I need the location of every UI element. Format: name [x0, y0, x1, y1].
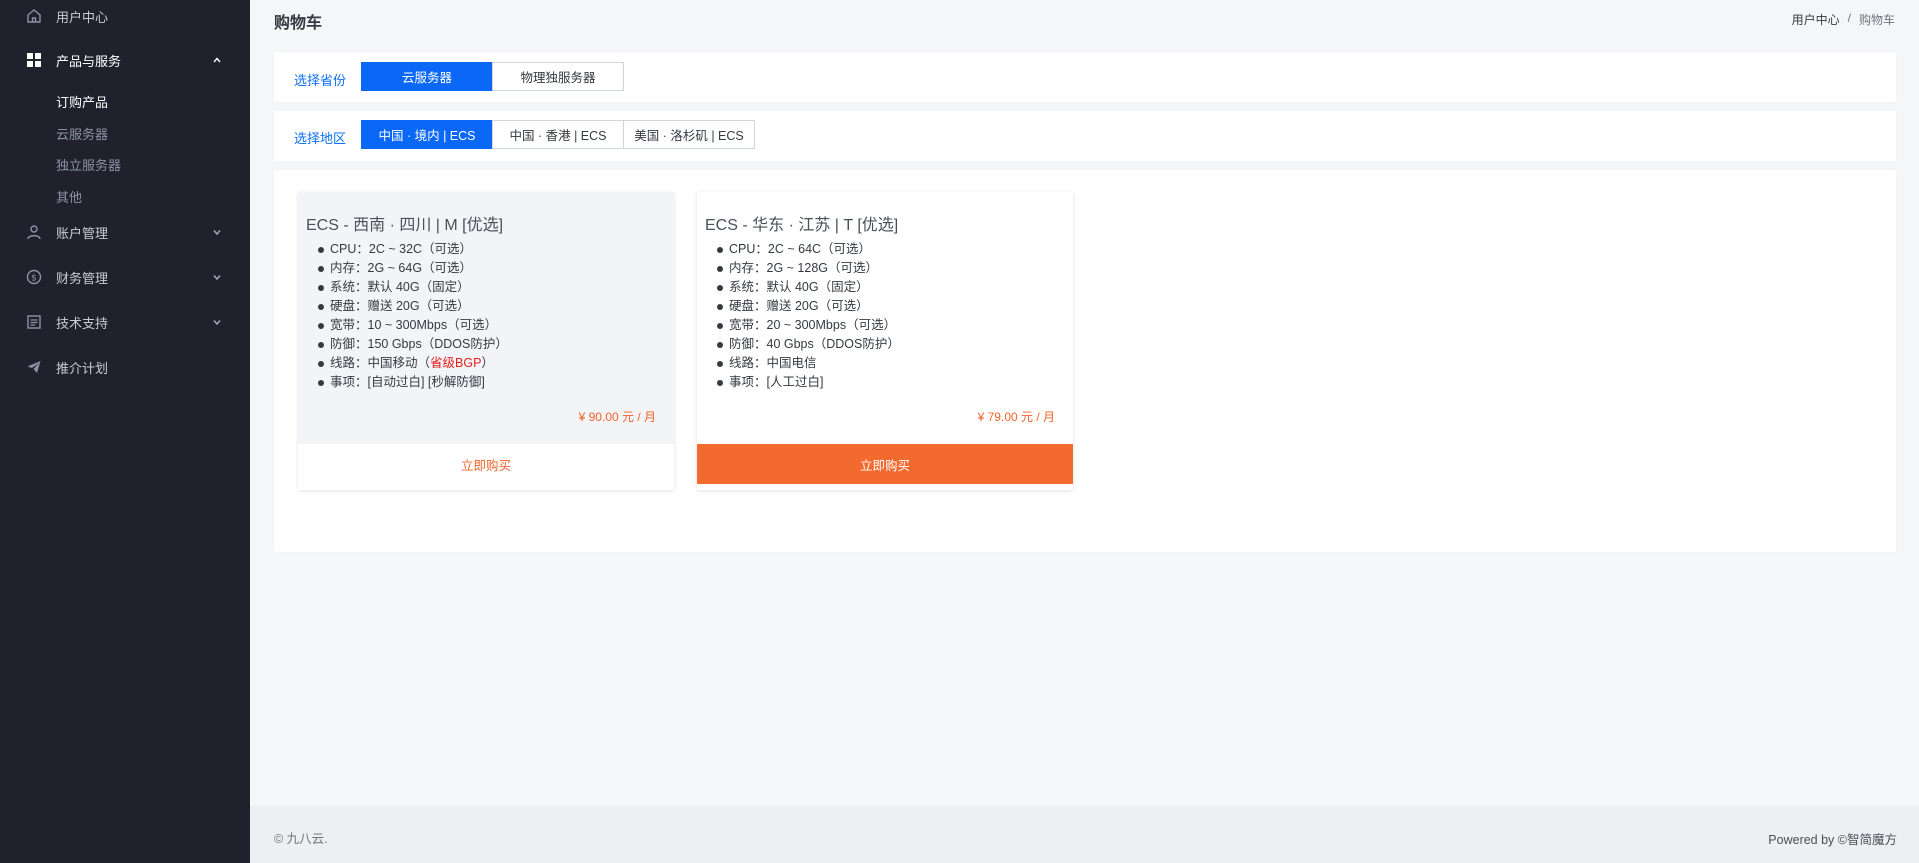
sidebar: 用户中心 产品与服务 订购产品 云服务器 独立服务器 其他 账户管理 $ 财务管… [0, 0, 250, 863]
product-info: ECS - 西南 · 四川 | M [优选] CPU：2C ~ 32C（可选） … [298, 192, 674, 444]
sidebar-item-account[interactable]: 账户管理 [0, 220, 250, 244]
product-price: ¥ 79.00 元 / 月 [977, 410, 1055, 424]
chevron-down-icon [211, 271, 223, 283]
spec-item: 内存：2G ~ 64G（可选） [318, 259, 508, 278]
buy-now-button[interactable]: 立即购买 [298, 444, 674, 484]
region-label: 选择地区 [294, 131, 347, 146]
province-option-dedicated-server[interactable]: 物理独服务器 [492, 62, 624, 91]
chevron-down-icon [211, 316, 223, 328]
chevron-down-icon [211, 226, 223, 238]
province-label: 选择省份 [294, 73, 347, 88]
spec-highlight: 省级BGP [430, 356, 482, 370]
province-button-group: 云服务器 物理独服务器 [361, 62, 624, 91]
sidebar-subitem-dedicated-servers[interactable]: 独立服务器 [56, 155, 121, 174]
spec-item: 系统：默认 40G（固定） [717, 278, 900, 297]
footer-copyright: © 九八云. [274, 832, 328, 846]
sidebar-item-label: 用户中心 [56, 9, 109, 25]
spec-item: 事项：[人工过白] [717, 373, 900, 392]
sidebar-subitem-order-products[interactable]: 订购产品 [56, 92, 108, 111]
sidebar-item-referral[interactable]: 推介计划 [0, 355, 250, 379]
user-icon [25, 223, 43, 241]
spec-item: 事项：[自动过白] [秒解防御] [318, 373, 508, 392]
spec-item: 防御：150 Gbps（DDOS防护） [318, 335, 508, 354]
product-price: ¥ 90.00 元 / 月 [578, 410, 656, 424]
breadcrumb: 用户中心 / 购物车 [1792, 11, 1895, 28]
buy-now-button[interactable]: 立即购买 [697, 444, 1073, 484]
sidebar-item-label: 账户管理 [56, 225, 109, 241]
home-icon [25, 7, 43, 25]
sidebar-item-label: 推介计划 [56, 360, 109, 376]
send-icon [25, 358, 43, 376]
spec-item: 硬盘：赠送 20G（可选） [717, 297, 900, 316]
sidebar-item-user-center[interactable]: 用户中心 [0, 4, 250, 28]
region-button-group: 中国 · 境内 | ECS 中国 · 香港 | ECS 美国 · 洛杉矶 | E… [361, 120, 755, 149]
spec-item: 系统：默认 40G（固定） [318, 278, 508, 297]
region-option-los-angeles[interactable]: 美国 · 洛杉矶 | ECS [623, 120, 755, 149]
sidebar-item-products-services[interactable]: 产品与服务 [0, 48, 250, 72]
chevron-up-icon [211, 54, 223, 66]
region-option-hong-kong[interactable]: 中国 · 香港 | ECS [492, 120, 624, 149]
province-option-cloud-server[interactable]: 云服务器 [361, 62, 493, 91]
product-name: ECS - 华东 · 江苏 | T [优选] [705, 217, 899, 234]
product-info: ECS - 华东 · 江苏 | T [优选] CPU：2C ~ 64C（可选） … [697, 192, 1073, 444]
region-option-china-mainland[interactable]: 中国 · 境内 | ECS [361, 120, 493, 149]
sidebar-item-support[interactable]: 技术支持 [0, 310, 250, 334]
page-title: 购物车 [274, 15, 323, 32]
spec-item: 线路：中国电信 [717, 354, 900, 373]
grid-icon [25, 51, 43, 69]
spec-item: 宽带：10 ~ 300Mbps（可选） [318, 316, 508, 335]
dollar-icon: $ [25, 268, 43, 286]
main-content: 购物车 用户中心 / 购物车 选择省份 云服务器 物理独服务器 选择地区 中国 … [250, 0, 1919, 863]
spec-item: CPU：2C ~ 32C（可选） [318, 240, 508, 259]
products-card: ECS - 西南 · 四川 | M [优选] CPU：2C ~ 32C（可选） … [274, 170, 1896, 552]
spec-item: 宽带：20 ~ 300Mbps（可选） [717, 316, 900, 335]
spec-item: 内存：2G ~ 128G（可选） [717, 259, 900, 278]
sidebar-subitem-cloud-servers[interactable]: 云服务器 [56, 124, 108, 143]
spec-item: 线路：中国移动（ 省级BGP） [318, 354, 508, 373]
svg-text:$: $ [31, 274, 37, 284]
document-icon [25, 313, 43, 331]
sidebar-subitem-other[interactable]: 其他 [56, 187, 82, 206]
province-selector-card: 选择省份 云服务器 物理独服务器 [274, 52, 1896, 102]
sidebar-item-label: 技术支持 [56, 315, 109, 331]
footer-powered-by[interactable]: Powered by ©智简魔方 [1768, 829, 1897, 848]
region-selector-card: 选择地区 中国 · 境内 | ECS 中国 · 香港 | ECS 美国 · 洛杉… [274, 111, 1896, 161]
product-card: ECS - 华东 · 江苏 | T [优选] CPU：2C ~ 64C（可选） … [697, 192, 1073, 490]
sidebar-item-finance[interactable]: $ 财务管理 [0, 265, 250, 289]
product-name: ECS - 西南 · 四川 | M [优选] [306, 217, 504, 234]
product-specs: CPU：2C ~ 32C（可选） 内存：2G ~ 64G（可选） 系统：默认 4… [318, 240, 508, 392]
spec-item: 硬盘：赠送 20G（可选） [318, 297, 508, 316]
spec-item: CPU：2C ~ 64C（可选） [717, 240, 900, 259]
product-card: ECS - 西南 · 四川 | M [优选] CPU：2C ~ 32C（可选） … [298, 192, 674, 490]
spec-item: 防御：40 Gbps（DDOS防护） [717, 335, 900, 354]
footer: © 九八云. Powered by ©智简魔方 [250, 806, 1919, 863]
breadcrumb-user-center[interactable]: 用户中心 [1792, 11, 1840, 28]
sidebar-item-label: 财务管理 [56, 270, 109, 286]
product-specs: CPU：2C ~ 64C（可选） 内存：2G ~ 128G（可选） 系统：默认 … [717, 240, 900, 392]
breadcrumb-separator: / [1847, 11, 1851, 25]
sidebar-item-label: 产品与服务 [56, 53, 122, 69]
breadcrumb-current: 购物车 [1858, 13, 1895, 27]
